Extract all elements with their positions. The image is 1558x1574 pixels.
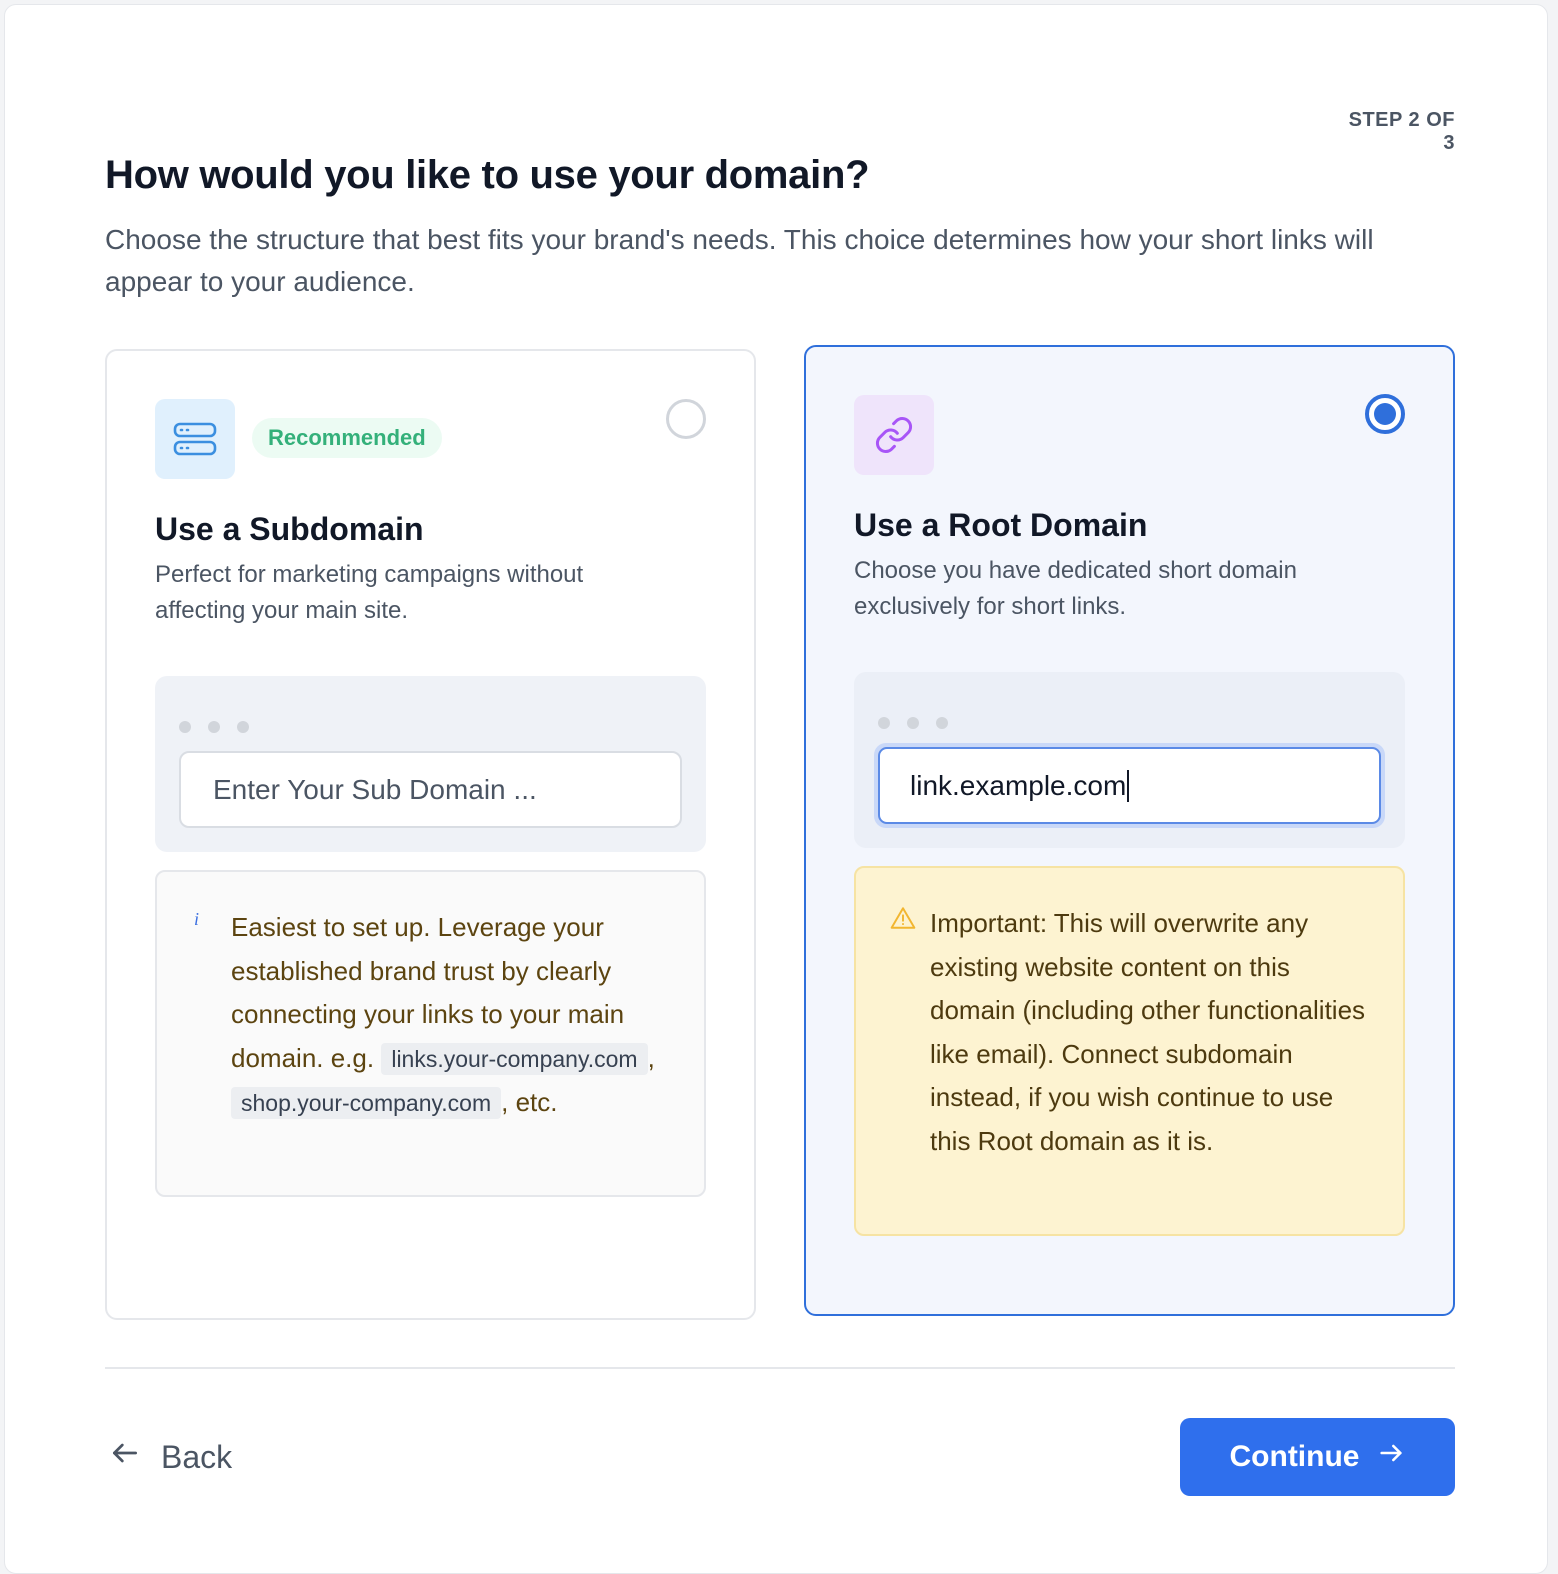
- subdomain-input[interactable]: Enter Your Sub Domain ...: [179, 751, 682, 828]
- subdomain-description: Perfect for marketing campaigns without …: [155, 561, 584, 624]
- link-icon: [854, 395, 934, 475]
- step-indicator: STEP 2 OF 3: [1348, 109, 1455, 154]
- svg-text:i: i: [194, 910, 199, 929]
- page-title: How would you like to use your domain?: [105, 153, 870, 197]
- example-domain: shop.your-company.com: [231, 1087, 502, 1119]
- subdomain-info-note: i Easiest to set up. Leverage your estab…: [155, 870, 706, 1197]
- window-dots: [179, 721, 249, 733]
- arrow-right-icon: [1377, 1439, 1405, 1475]
- browser-preview: Enter Your Sub Domain ...: [155, 676, 706, 852]
- page-subtitle: Choose the structure that best fits your…: [105, 224, 1374, 297]
- continue-label: Continue: [1229, 1440, 1360, 1473]
- root-domain-input-value: link.example.com: [910, 770, 1127, 801]
- window-dots: [878, 717, 948, 729]
- arrow-left-icon: [109, 1437, 141, 1477]
- continue-button[interactable]: Continue: [1180, 1418, 1455, 1496]
- subdomain-title: Use a Subdomain: [155, 511, 424, 547]
- warning-icon: [890, 906, 916, 935]
- root-domain-warning-text: Important: This will overwrite any exist…: [930, 908, 1366, 1156]
- back-button[interactable]: Back: [109, 1433, 232, 1481]
- root-domain-description: Choose you have dedicated short domain e…: [854, 557, 1297, 620]
- text-caret: [1127, 769, 1130, 802]
- browser-preview: link.example.com: [854, 672, 1405, 848]
- info-icon: i: [191, 909, 205, 935]
- subdomain-radio[interactable]: [666, 399, 706, 439]
- root-domain-option-card[interactable]: Use a Root Domain Choose you have dedica…: [804, 345, 1455, 1316]
- subdomain-option-card[interactable]: Recommended Use a Subdomain Perfect for …: [105, 349, 756, 1320]
- root-domain-input[interactable]: link.example.com: [874, 743, 1385, 828]
- subdomain-note-text: Easiest to set up. Leverage your establi…: [231, 912, 655, 1119]
- example-domain: links.your-company.com: [381, 1042, 648, 1075]
- server-stack-icon: [155, 399, 235, 479]
- onboarding-panel: STEP 2 OF 3 How would you like to use yo…: [4, 4, 1548, 1574]
- footer-divider: [105, 1367, 1455, 1369]
- recommended-badge: Recommended: [252, 418, 442, 458]
- root-domain-radio[interactable]: [1365, 394, 1405, 434]
- back-label: Back: [161, 1438, 233, 1475]
- root-domain-title: Use a Root Domain: [854, 507, 1148, 543]
- root-domain-warning-note: Important: This will overwrite any exist…: [854, 866, 1405, 1236]
